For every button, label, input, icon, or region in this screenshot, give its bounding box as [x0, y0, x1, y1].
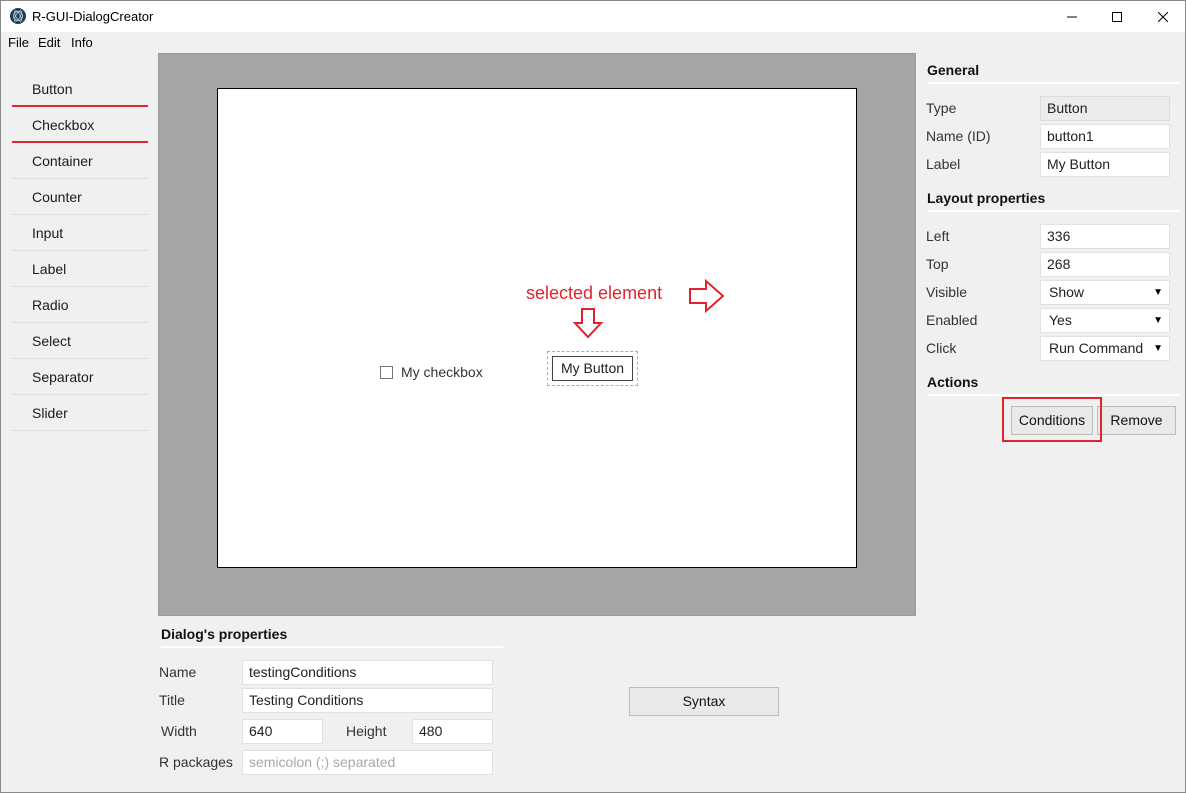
dropdown-arrow-icon: ▼	[1153, 287, 1163, 298]
menu-bar: File Edit Info	[1, 32, 1185, 52]
enabled-select[interactable]: Yes ▼	[1040, 308, 1170, 333]
dialog-height-label: Height	[346, 723, 387, 739]
element-sidebar: Button Checkbox Container Counter Input …	[12, 71, 148, 431]
enabled-label: Enabled	[926, 312, 978, 328]
name-id-field[interactable]: button1	[1040, 124, 1170, 149]
type-label: Type	[926, 100, 957, 116]
dropdown-arrow-icon: ▼	[1153, 315, 1163, 326]
preview-button[interactable]: My Button	[552, 356, 633, 381]
section-actions: Actions	[927, 374, 1179, 396]
click-select-value: Run Command	[1049, 340, 1144, 356]
sidebar-item-checkbox[interactable]: Checkbox	[12, 107, 148, 143]
sidebar-item-button[interactable]: Button	[12, 71, 148, 107]
click-label: Click	[926, 340, 957, 356]
minimize-button[interactable]	[1049, 1, 1095, 32]
visible-label: Visible	[926, 284, 967, 300]
sidebar-item-label[interactable]: Label	[12, 251, 148, 287]
dialog-height-field[interactable]: 480	[412, 719, 493, 744]
visible-select-value: Show	[1049, 284, 1085, 300]
sidebar-item-slider[interactable]: Slider	[12, 395, 148, 431]
dialog-name-field[interactable]: testingConditions	[242, 660, 493, 685]
type-field: Button	[1040, 96, 1170, 121]
visible-select[interactable]: Show ▼	[1040, 280, 1170, 305]
selection-outline: My Button	[547, 351, 638, 386]
arrow-down-icon	[573, 308, 603, 339]
close-icon	[1158, 11, 1168, 22]
section-dialog-properties: Dialog's properties	[161, 626, 503, 648]
arrow-right-icon	[689, 279, 725, 313]
left-label: Left	[926, 228, 950, 244]
minimize-icon	[1067, 16, 1077, 17]
name-id-label: Name (ID)	[926, 128, 991, 144]
syntax-button[interactable]: Syntax	[629, 687, 779, 716]
top-label: Top	[926, 256, 949, 272]
dialog-title-label: Title	[159, 692, 185, 708]
preview-checkbox-label: My checkbox	[401, 364, 483, 380]
section-layout: Layout properties	[927, 190, 1179, 212]
preview-checkbox[interactable]: My checkbox	[380, 363, 483, 381]
dialog-width-field[interactable]: 640	[242, 719, 323, 744]
window-title: R-GUI-DialogCreator	[32, 9, 154, 24]
sidebar-item-radio[interactable]: Radio	[12, 287, 148, 323]
section-general: General	[927, 62, 1179, 84]
close-button[interactable]	[1140, 1, 1186, 32]
top-field[interactable]: 268	[1040, 252, 1170, 277]
sidebar-item-container[interactable]: Container	[12, 143, 148, 179]
maximize-icon	[1112, 11, 1122, 22]
app-window: R-GUI-DialogCreator File Edit Info Butto…	[0, 0, 1186, 793]
checkbox-box[interactable]	[380, 365, 393, 379]
dialog-width-label: Width	[161, 723, 197, 739]
dialog-title-field[interactable]: Testing Conditions	[242, 688, 493, 713]
maximize-button[interactable]	[1094, 1, 1140, 32]
menu-info[interactable]: Info	[71, 35, 93, 50]
remove-button[interactable]: Remove	[1097, 406, 1176, 435]
dialog-preview[interactable]: My checkbox My Button	[217, 88, 857, 568]
enabled-select-value: Yes	[1049, 312, 1072, 328]
r-packages-field[interactable]: semicolon (;) separated	[242, 750, 493, 775]
dialog-name-label: Name	[159, 664, 197, 680]
label-field[interactable]: My Button	[1040, 152, 1170, 177]
title-bar: R-GUI-DialogCreator	[1, 1, 1185, 32]
app-logo-icon	[10, 8, 26, 24]
menu-edit[interactable]: Edit	[38, 35, 60, 50]
sidebar-item-select[interactable]: Select	[12, 323, 148, 359]
sidebar-item-separator[interactable]: Separator	[12, 359, 148, 395]
label-label: Label	[926, 156, 961, 172]
left-field[interactable]: 336	[1040, 224, 1170, 249]
dropdown-arrow-icon: ▼	[1153, 343, 1163, 354]
conditions-highlight	[1002, 397, 1102, 442]
sidebar-item-input[interactable]: Input	[12, 215, 148, 251]
sidebar-item-counter[interactable]: Counter	[12, 179, 148, 215]
r-packages-label: R packages	[159, 754, 233, 770]
click-select[interactable]: Run Command ▼	[1040, 336, 1170, 361]
annotation-text: selected element	[526, 283, 663, 303]
menu-file[interactable]: File	[8, 35, 29, 50]
